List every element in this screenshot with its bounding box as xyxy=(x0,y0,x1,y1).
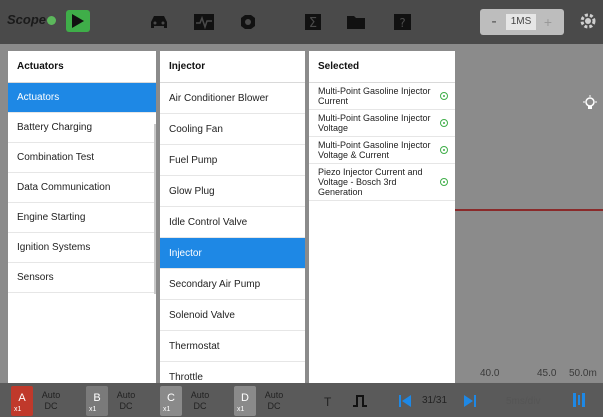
selected-panel: Selected Multi-Point Gasoline Injector C… xyxy=(309,51,455,383)
component-panel-header: Injector xyxy=(160,51,305,83)
zoom-value: 1MS xyxy=(506,14,536,30)
channel-letter: A xyxy=(18,392,26,404)
channel-settings: Auto DC xyxy=(37,390,65,412)
channel-scale: x1 xyxy=(163,406,171,413)
channel-settings: Auto DC xyxy=(112,390,140,412)
selected-item-label: Piezo Injector Current and Voltage - Bos… xyxy=(318,167,423,197)
selected-item-label: Multi-Point Gasoline Injector Current xyxy=(318,86,431,106)
category-item[interactable]: Sensors xyxy=(8,263,156,293)
status-dot-icon xyxy=(440,178,448,186)
folder-icon[interactable] xyxy=(345,12,367,32)
selected-item[interactable]: Multi-Point Gasoline Injector Voltage & … xyxy=(309,137,455,164)
channel-mode: Auto xyxy=(41,390,61,400)
selected-item-label: Multi-Point Gasoline Injector Voltage xyxy=(318,113,431,133)
selected-item[interactable]: Multi-Point Gasoline Injector Current xyxy=(309,83,455,110)
x-tick-label: 45.0 xyxy=(537,368,557,379)
channel-coupling: DC xyxy=(119,401,133,411)
engine-icon[interactable] xyxy=(237,12,259,32)
component-item[interactable]: Secondary Air Pump xyxy=(160,269,305,300)
status-dot-icon xyxy=(440,119,448,127)
gear-icon[interactable] xyxy=(579,12,597,30)
car-icon[interactable] xyxy=(148,12,170,32)
bulb-icon[interactable] xyxy=(582,95,598,111)
component-item[interactable]: Solenoid Valve xyxy=(160,300,305,331)
channel-scale: x1 xyxy=(89,406,97,413)
component-item[interactable]: Throttle xyxy=(160,362,305,383)
channel-mode: Auto xyxy=(116,390,136,400)
category-item[interactable]: Actuators xyxy=(8,83,156,113)
component-item[interactable]: Air Conditioner Blower xyxy=(160,83,305,114)
selected-panel-header: Selected xyxy=(309,51,455,83)
page-counter: 31/31 xyxy=(422,395,448,406)
channel-d-button[interactable]: D x1 Auto DC xyxy=(234,386,296,416)
top-toolbar: Scope Σ ? - 1MS + xyxy=(0,0,603,44)
trigger-button[interactable]: T xyxy=(324,395,331,409)
selected-item[interactable]: Multi-Point Gasoline Injector Voltage xyxy=(309,110,455,137)
skip-forward-icon[interactable] xyxy=(463,394,477,408)
channel-settings: Auto DC xyxy=(260,390,288,412)
channel-a-button[interactable]: A x1 Auto DC xyxy=(11,386,73,416)
category-item[interactable]: Ignition Systems xyxy=(8,233,156,263)
channel-letter: B xyxy=(93,392,101,404)
channel-letter: C xyxy=(167,392,175,404)
category-item[interactable]: Data Communication xyxy=(8,173,156,203)
component-item[interactable]: Glow Plug xyxy=(160,176,305,207)
scrollbar[interactable] xyxy=(154,124,156,294)
app-logo: Scope xyxy=(7,12,57,27)
channel-letter: D xyxy=(241,392,249,404)
channel-c-button[interactable]: C x1 Auto DC xyxy=(160,386,222,416)
channel-settings: Auto DC xyxy=(186,390,214,412)
selected-item[interactable]: Piezo Injector Current and Voltage - Bos… xyxy=(309,164,455,201)
channel-mode: Auto xyxy=(190,390,210,400)
component-item[interactable]: Cooling Fan xyxy=(160,114,305,145)
x-tick-label: 40.0 xyxy=(480,368,500,379)
status-dot-icon xyxy=(440,92,448,100)
measure-icon[interactable] xyxy=(572,392,586,408)
svg-text:Σ: Σ xyxy=(309,16,317,31)
category-item[interactable]: Combination Test xyxy=(8,143,156,173)
waveform-trace xyxy=(450,209,603,211)
selected-item-label: Multi-Point Gasoline Injector Voltage & … xyxy=(318,140,431,160)
zoom-in-button[interactable]: + xyxy=(540,11,556,33)
component-panel: Injector Air Conditioner Blower Cooling … xyxy=(160,51,305,383)
timebase-value: 5ms/div xyxy=(506,396,541,407)
skip-back-icon[interactable] xyxy=(398,394,412,408)
category-panel: Actuators Actuators Battery Charging Com… xyxy=(8,51,156,383)
component-item[interactable]: Thermostat xyxy=(160,331,305,362)
component-item[interactable]: Idle Control Valve xyxy=(160,207,305,238)
channel-scale: x1 xyxy=(14,406,22,413)
x-tick-label: 50.0m xyxy=(569,368,597,379)
play-icon xyxy=(72,14,84,28)
trigger-edge-icon[interactable] xyxy=(352,394,368,408)
channel-coupling: DC xyxy=(267,401,281,411)
zoom-control: - 1MS + xyxy=(480,9,564,35)
category-item[interactable]: Engine Starting xyxy=(8,203,156,233)
status-dot-icon xyxy=(440,146,448,154)
channel-scale: x1 xyxy=(237,406,245,413)
channel-b-button[interactable]: B x1 Auto DC xyxy=(86,386,148,416)
waveform-icon[interactable] xyxy=(193,12,215,32)
zoom-out-button[interactable]: - xyxy=(486,11,502,33)
help-icon[interactable]: ? xyxy=(392,12,414,32)
svg-text:?: ? xyxy=(399,16,405,30)
channel-coupling: DC xyxy=(44,401,58,411)
component-item[interactable]: Injector xyxy=(160,238,305,269)
category-panel-header: Actuators xyxy=(8,51,156,83)
component-item[interactable]: Fuel Pump xyxy=(160,145,305,176)
category-item[interactable]: Battery Charging xyxy=(8,113,156,143)
sigma-icon[interactable]: Σ xyxy=(303,12,325,32)
play-button[interactable] xyxy=(66,10,90,32)
channel-coupling: DC xyxy=(193,401,207,411)
channel-mode: Auto xyxy=(264,390,284,400)
